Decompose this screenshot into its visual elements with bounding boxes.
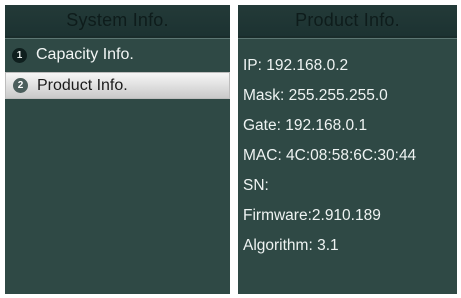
product-info-title: Product Info. <box>238 5 457 39</box>
algorithm-row: Algorithm: 3.1 <box>243 237 339 254</box>
mask-row: Mask: 255.255.255.0 <box>243 87 388 104</box>
sn-row: SN: <box>243 177 269 194</box>
menu-item-label: Capacity Info. <box>36 46 134 63</box>
ip-row: IP: 192.168.0.2 <box>243 57 349 74</box>
firmware-row: Firmware:2.910.189 <box>243 207 381 224</box>
system-info-panel: System Info. 1 Capacity Info. 2 Product … <box>5 5 230 294</box>
menu-item-capacity-info[interactable]: 1 Capacity Info. <box>5 41 230 69</box>
number-badge-2: 2 <box>13 78 28 93</box>
gate-row: Gate: 192.168.0.1 <box>243 117 368 134</box>
product-info-panel: Product Info. IP: 192.168.0.2 Mask: 255.… <box>238 5 457 294</box>
number-badge-1: 1 <box>12 47 27 63</box>
menu-item-label: Product Info. <box>37 76 128 94</box>
system-info-title: System Info. <box>5 5 230 39</box>
product-info-list: IP: 192.168.0.2 Mask: 255.255.255.0 Gate… <box>238 51 457 261</box>
mac-row: MAC: 4C:08:58:6C:30:44 <box>243 147 417 164</box>
menu-item-product-info[interactable]: 2 Product Info. <box>5 72 230 99</box>
